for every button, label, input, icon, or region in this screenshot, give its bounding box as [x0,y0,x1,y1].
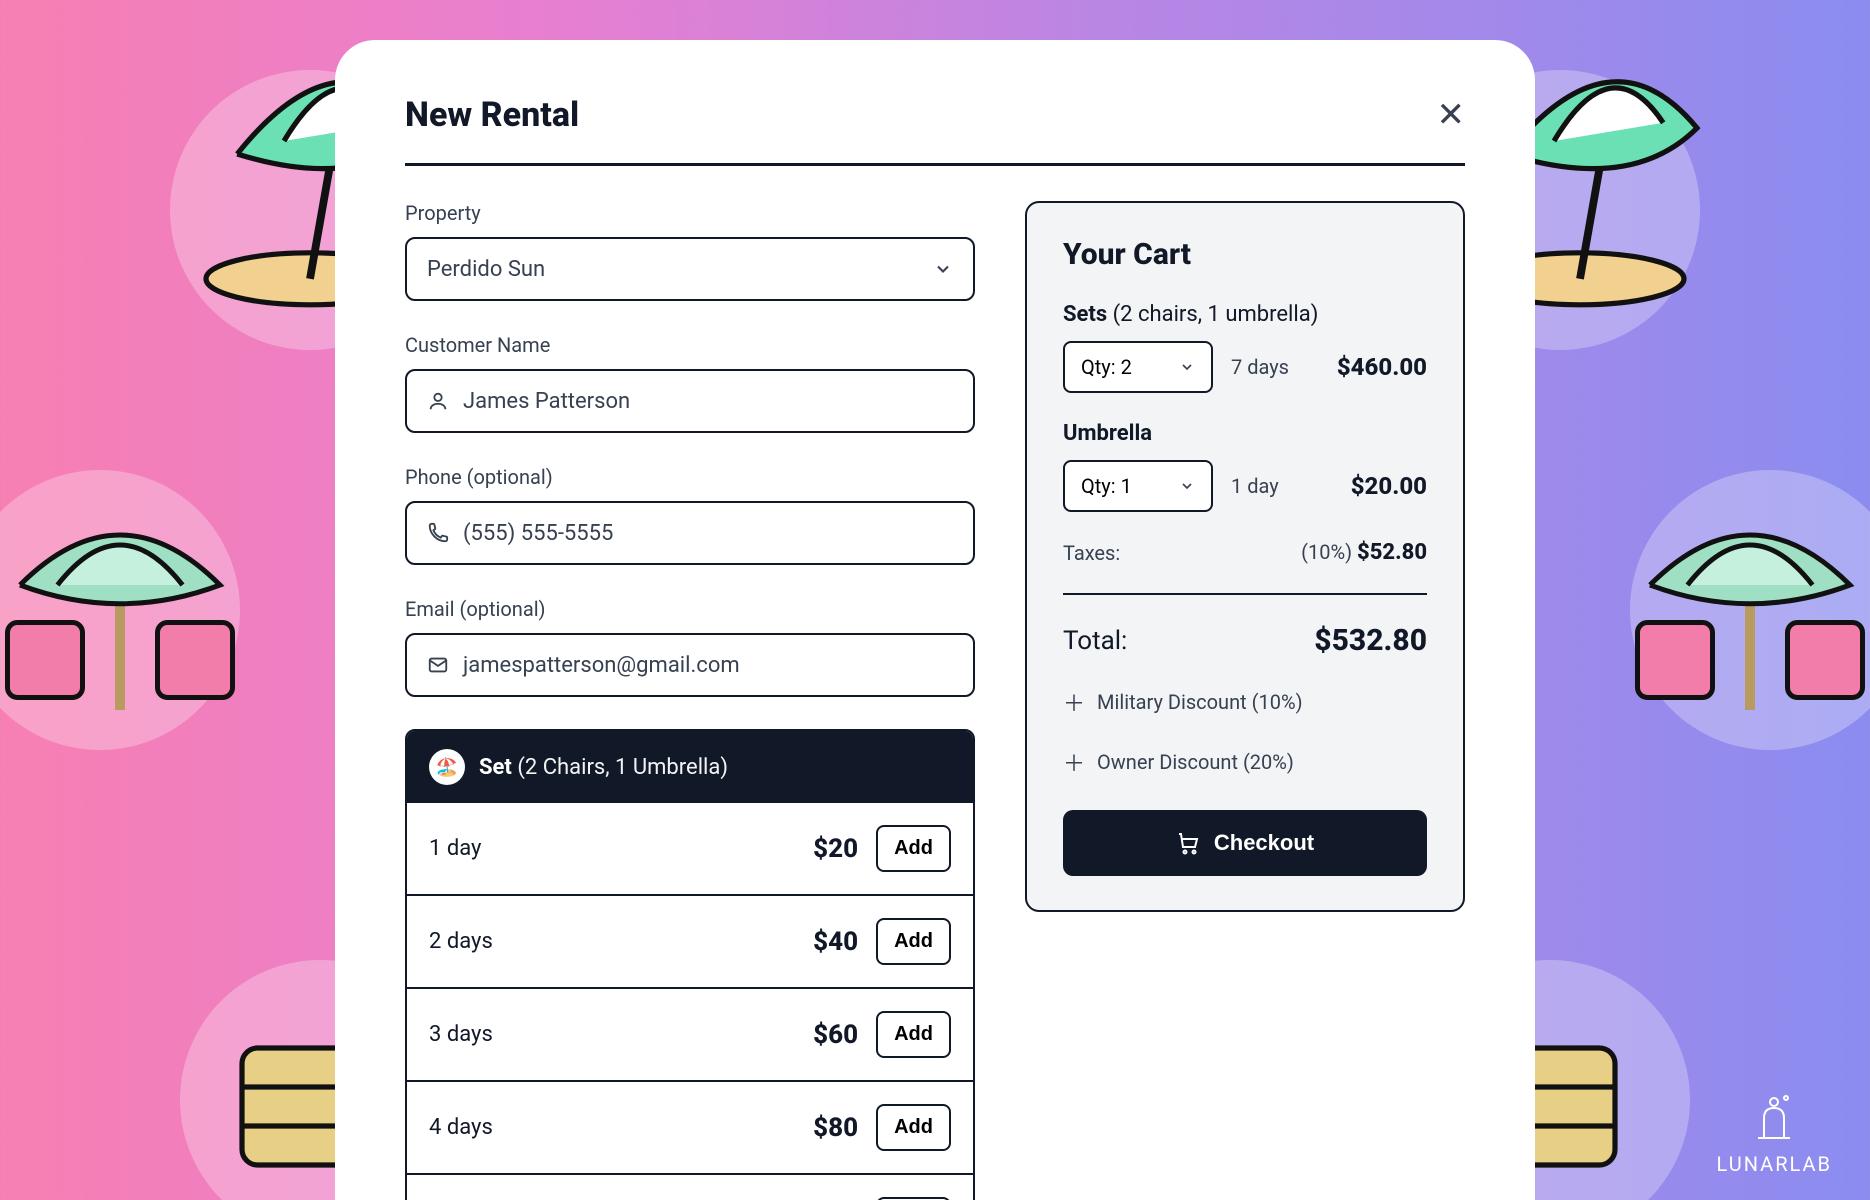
cart-item: Sets (2 chairs, 1 umbrella) Qty: 2 7 days $… [1063,302,1427,393]
person-icon [427,390,449,412]
taxes-percent: (10%) [1301,540,1352,564]
price-row: 1 day $20 Add [407,803,973,894]
customer-value: James Patterson [463,389,630,414]
discount-label: Military Discount (10%) [1097,690,1303,714]
cart-divider [1063,593,1427,595]
price-row: 4 days $80 Add [407,1080,973,1173]
price-duration: 3 days [429,1022,493,1047]
brand-name: LUNARLAB [1717,1152,1833,1176]
checkout-button[interactable]: Checkout [1063,810,1427,876]
price-value: $40 [813,927,858,957]
beach-illustration [0,460,270,760]
cart-item-days: 7 days [1231,355,1289,379]
total-label: Total: [1063,626,1127,656]
phone-icon [427,522,449,544]
brand-logo: LUNARLAB [1717,1088,1833,1176]
qty-select[interactable]: Qty: 2 [1063,341,1213,393]
chevron-down-icon [933,259,953,279]
property-label: Property [405,201,975,225]
cart-title: Your Cart [1063,237,1427,272]
customer-input[interactable]: James Patterson [405,369,975,433]
discount-row[interactable]: ＋ Military Discount (10%) [1063,686,1427,718]
add-button[interactable]: Add [876,1104,951,1151]
cart-item-title: Umbrella [1063,421,1427,446]
new-rental-modal: New Rental ✕ Property Perdido Sun Custom… [335,40,1535,1200]
cart-item-title: Sets (2 chairs, 1 umbrella) [1063,302,1427,327]
cart-item-days: 1 day [1231,474,1279,498]
chevron-down-icon [1179,478,1195,494]
close-button[interactable]: ✕ [1437,98,1466,132]
email-label: Email (optional) [405,597,975,621]
phone-value: (555) 555-5555 [463,521,613,546]
email-value: jamespatterson@gmail.com [463,653,740,678]
taxes-row: Taxes: (10%) $52.80 [1063,540,1427,565]
cart-icon [1176,831,1200,855]
plus-icon: ＋ [1063,746,1085,778]
phone-input[interactable]: (555) 555-5555 [405,501,975,565]
price-row: 5 days$100Add [407,1173,973,1200]
cart-item: Umbrella Qty: 1 1 day $20.00 [1063,421,1427,512]
total-row: Total: $532.80 [1063,623,1427,658]
chevron-down-icon [1179,359,1195,375]
price-row: 2 days $40 Add [407,894,973,987]
mail-icon [427,654,449,676]
cart-item-amount: $460.00 [1337,353,1427,381]
property-value: Perdido Sun [427,257,545,282]
add-button[interactable]: Add [876,918,951,965]
price-value: $80 [813,1113,858,1143]
beach-illustration [1600,460,1870,760]
property-select[interactable]: Perdido Sun [405,237,975,301]
email-input[interactable]: jamespatterson@gmail.com [405,633,975,697]
modal-title: New Rental [405,95,579,135]
product-card: 🏖️ Set (2 Chairs, 1 Umbrella) 1 day $20 Ad… [405,729,975,1200]
checkout-label: Checkout [1214,830,1314,856]
price-duration: 1 day [429,836,481,861]
price-duration: 4 days [429,1115,493,1140]
price-value: $20 [813,834,858,864]
total-amount: $532.80 [1314,623,1427,658]
product-title: Set [479,755,512,780]
qty-value: Qty: 1 [1081,474,1132,498]
discount-row[interactable]: ＋ Owner Discount (20%) [1063,746,1427,778]
qty-value: Qty: 2 [1081,355,1132,379]
add-button[interactable]: Add [876,825,951,872]
product-subtitle: (2 Chairs, 1 Umbrella) [517,755,728,780]
cart-panel: Your Cart Sets (2 chairs, 1 umbrella) Qty… [1025,201,1465,912]
discount-label: Owner Discount (20%) [1097,750,1294,774]
cart-item-amount: $20.00 [1351,472,1427,500]
product-thumb-icon: 🏖️ [429,749,465,785]
price-row: 3 days $60 Add [407,987,973,1080]
product-header: 🏖️ Set (2 Chairs, 1 Umbrella) [407,731,973,803]
taxes-amount: $52.80 [1357,540,1427,565]
taxes-label: Taxes: [1063,541,1120,565]
customer-label: Customer Name [405,333,975,357]
add-button[interactable]: Add [876,1011,951,1058]
price-value: $60 [813,1020,858,1050]
close-icon: ✕ [1437,98,1466,132]
qty-select[interactable]: Qty: 1 [1063,460,1213,512]
phone-label: Phone (optional) [405,465,975,489]
price-duration: 2 days [429,929,493,954]
plus-icon: ＋ [1063,686,1085,718]
